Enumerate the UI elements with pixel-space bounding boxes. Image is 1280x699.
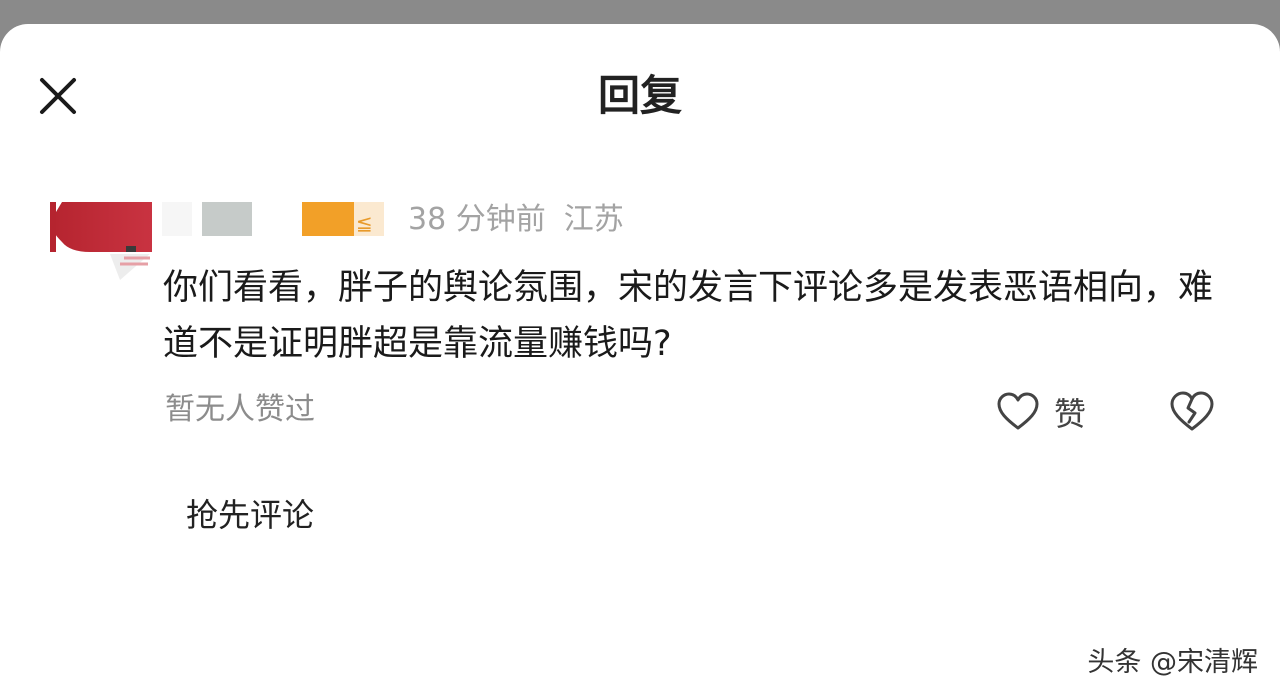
comment-text: 你们看看，胖子的舆论氛围，宋的发言下评论多是发表恶语相向，难道不是证明胖超是靠流…: [163, 268, 1214, 364]
dislike-button[interactable]: [1168, 390, 1216, 436]
comment-meta: 38 分钟前 江苏: [408, 198, 624, 242]
avatar[interactable]: [50, 202, 152, 298]
likes-status: 暂无人赞过: [165, 392, 315, 427]
like-label: 赞: [1054, 395, 1087, 433]
watermark: 头条 @宋清辉: [1087, 647, 1258, 678]
reply-sheet: 回复 ≦ 38 分钟前 江苏 你们看看，胖子的舆论氛围，宋的发言下评论多是发表恶…: [0, 24, 1280, 699]
broken-heart-icon: [1170, 391, 1214, 431]
username-blurred: ≦: [162, 200, 388, 238]
heart-outline-icon: [997, 392, 1039, 430]
comment-time: 38 分钟前: [408, 202, 546, 237]
like-button[interactable]: 赞: [996, 388, 1086, 436]
reply-first-button[interactable]: 抢先评论: [186, 492, 314, 538]
svg-text:≦: ≦: [356, 211, 373, 235]
page-title: 回复: [597, 71, 682, 120]
comment-location: 江苏: [563, 202, 624, 237]
